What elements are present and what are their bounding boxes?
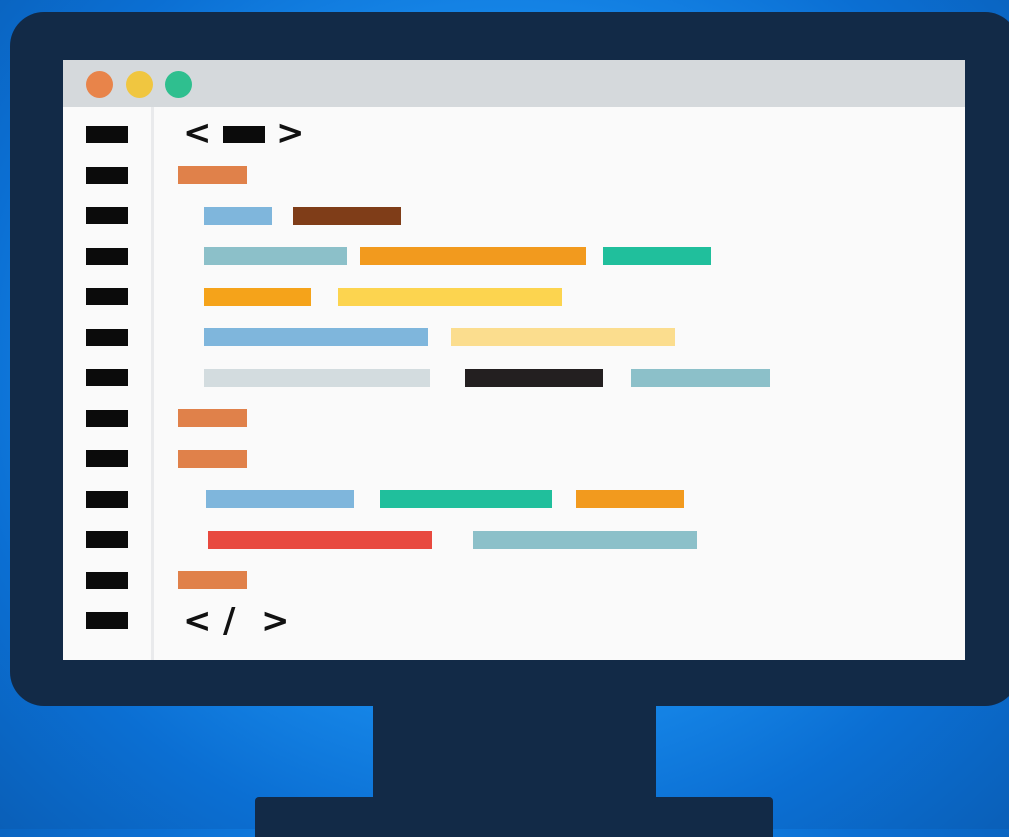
code-token xyxy=(465,369,603,387)
minimize-dot-icon[interactable] xyxy=(126,71,153,98)
line-number-marker xyxy=(86,248,128,265)
code-token xyxy=(178,166,247,184)
line-number-marker xyxy=(86,410,128,427)
line-number-marker xyxy=(86,207,128,224)
code-token xyxy=(576,490,684,508)
line-number-marker xyxy=(86,329,128,346)
code-token xyxy=(204,369,430,387)
code-token xyxy=(204,328,428,346)
close-angle-glyph: > xyxy=(261,601,290,641)
code-token xyxy=(204,207,272,225)
code-token xyxy=(380,490,552,508)
line-number-marker xyxy=(86,612,128,629)
monitor-stand-neck xyxy=(373,700,656,804)
line-number-marker xyxy=(86,369,128,386)
line-number-marker xyxy=(86,450,128,467)
open-angle-glyph: < xyxy=(183,601,212,641)
close-dot-icon[interactable] xyxy=(86,71,113,98)
code-editor-window: < > < / > xyxy=(63,60,965,660)
slash-glyph: / xyxy=(223,601,236,641)
close-angle-glyph: > xyxy=(276,113,305,153)
code-token xyxy=(631,369,770,387)
code-token xyxy=(338,288,562,306)
code-token xyxy=(178,571,247,589)
code-token xyxy=(603,247,711,265)
code-token xyxy=(293,207,401,225)
line-number-marker xyxy=(86,288,128,305)
code-token xyxy=(206,490,354,508)
code-token xyxy=(473,531,697,549)
open-angle-glyph: < xyxy=(183,113,212,153)
line-number-marker xyxy=(86,572,128,589)
maximize-dot-icon[interactable] xyxy=(165,71,192,98)
line-number-gutter xyxy=(63,107,154,660)
code-token xyxy=(204,288,311,306)
tag-name-token xyxy=(223,126,265,143)
code-token xyxy=(208,531,432,549)
code-token xyxy=(360,247,586,265)
window-titlebar xyxy=(63,60,965,107)
line-number-marker xyxy=(86,126,128,143)
line-number-marker xyxy=(86,167,128,184)
code-token xyxy=(178,450,247,468)
code-token xyxy=(204,247,347,265)
code-token xyxy=(451,328,675,346)
line-number-marker xyxy=(86,491,128,508)
code-token xyxy=(178,409,247,427)
line-number-marker xyxy=(86,531,128,548)
monitor-stand-base xyxy=(255,797,773,837)
